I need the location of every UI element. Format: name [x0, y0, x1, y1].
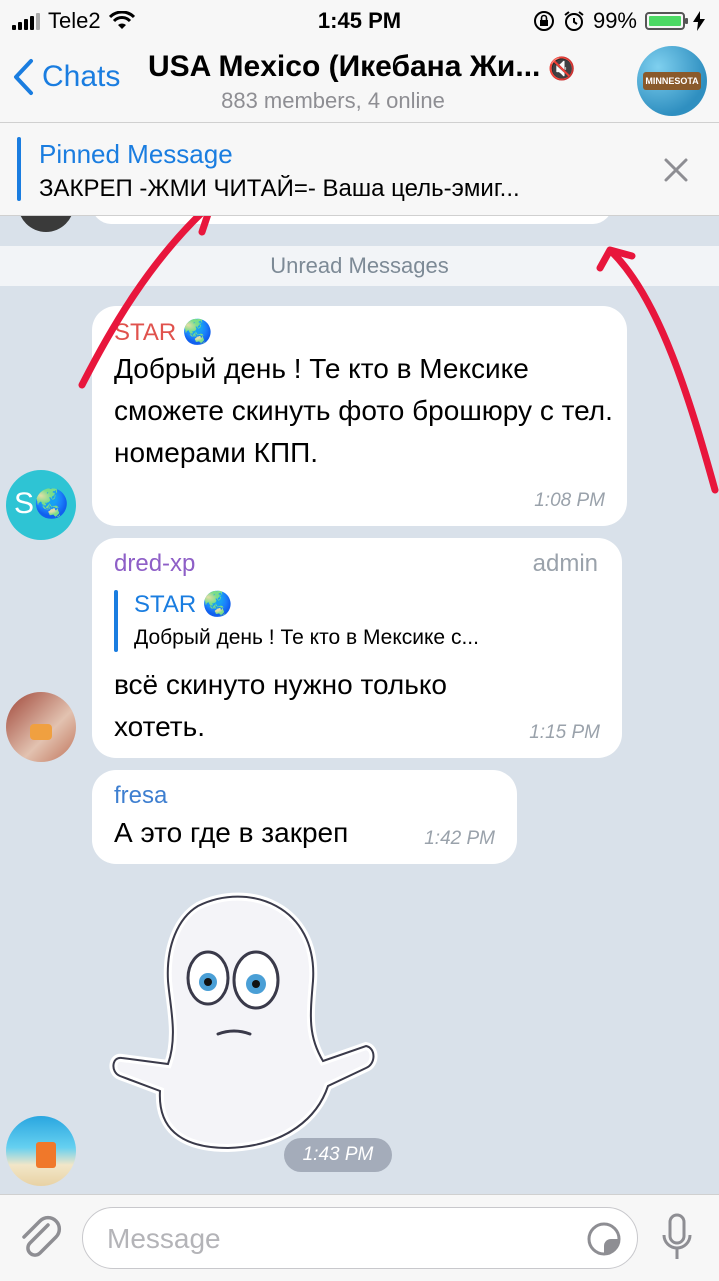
- sticker[interactable]: [108, 886, 380, 1166]
- pinned-text: ЗАКРЕП -ЖМИ ЧИТАЙ=- Ваша цель-эмиг...: [39, 175, 520, 202]
- annotation-arrows: [78, 216, 719, 494]
- ghost-sticker-icon: [109, 892, 378, 1153]
- alarm-icon: [564, 11, 584, 31]
- chat-title[interactable]: USA Mexico (Икебана Жи... 🔇: [148, 50, 588, 84]
- battery-icon: [645, 12, 688, 30]
- microphone-icon[interactable]: [660, 1213, 694, 1263]
- message-text: А это где в закреп: [114, 817, 349, 848]
- rotation-lock-icon: [533, 11, 554, 31]
- battery-percent: 99%: [592, 8, 637, 33]
- chat-area[interactable]: Unread Messages STAR 🌏 Добрый день ! Те …: [0, 216, 719, 1194]
- sticker-icon[interactable]: [587, 1222, 621, 1256]
- message-time: 1:42 PM: [424, 828, 495, 849]
- status-bar: Tele2 1:45 PM 99%: [0, 0, 719, 40]
- chat-title-text: USA Mexico (Икебана Жи...: [148, 50, 541, 83]
- close-icon[interactable]: [661, 155, 691, 185]
- input-bar: [0, 1194, 719, 1281]
- message-input[interactable]: [105, 1220, 569, 1258]
- mute-icon: 🔇: [548, 56, 576, 81]
- back-button[interactable]: Chats: [12, 58, 120, 96]
- cocktail-icon: [36, 1142, 56, 1168]
- pinned-message[interactable]: Pinned Message ЗАКРЕП -ЖМИ ЧИТАЙ=- Ваша …: [0, 123, 719, 216]
- avatar[interactable]: [6, 1116, 76, 1186]
- chat-avatar-text: MINNESOTA: [643, 72, 701, 90]
- chat-subtitle: 883 members, 4 online: [221, 88, 445, 113]
- chat-avatar[interactable]: MINNESOTA: [637, 46, 707, 116]
- nav-bar: Chats USA Mexico (Икебана Жи... 🔇 883 mem…: [0, 40, 719, 123]
- message-bubble[interactable]: fresa А это где в закреп 1:42 PM: [92, 770, 517, 864]
- chevron-left-icon: [14, 59, 33, 95]
- back-label: Chats: [42, 60, 121, 93]
- sticker-time: 1:43 PM: [284, 1138, 392, 1172]
- pinned-title: Pinned Message: [39, 139, 233, 169]
- charging-icon: [693, 11, 705, 31]
- message-input-box[interactable]: [82, 1207, 638, 1269]
- pinned-accent-bar: [17, 137, 21, 201]
- attach-icon[interactable]: [18, 1213, 62, 1261]
- sender-name[interactable]: fresa: [114, 782, 167, 810]
